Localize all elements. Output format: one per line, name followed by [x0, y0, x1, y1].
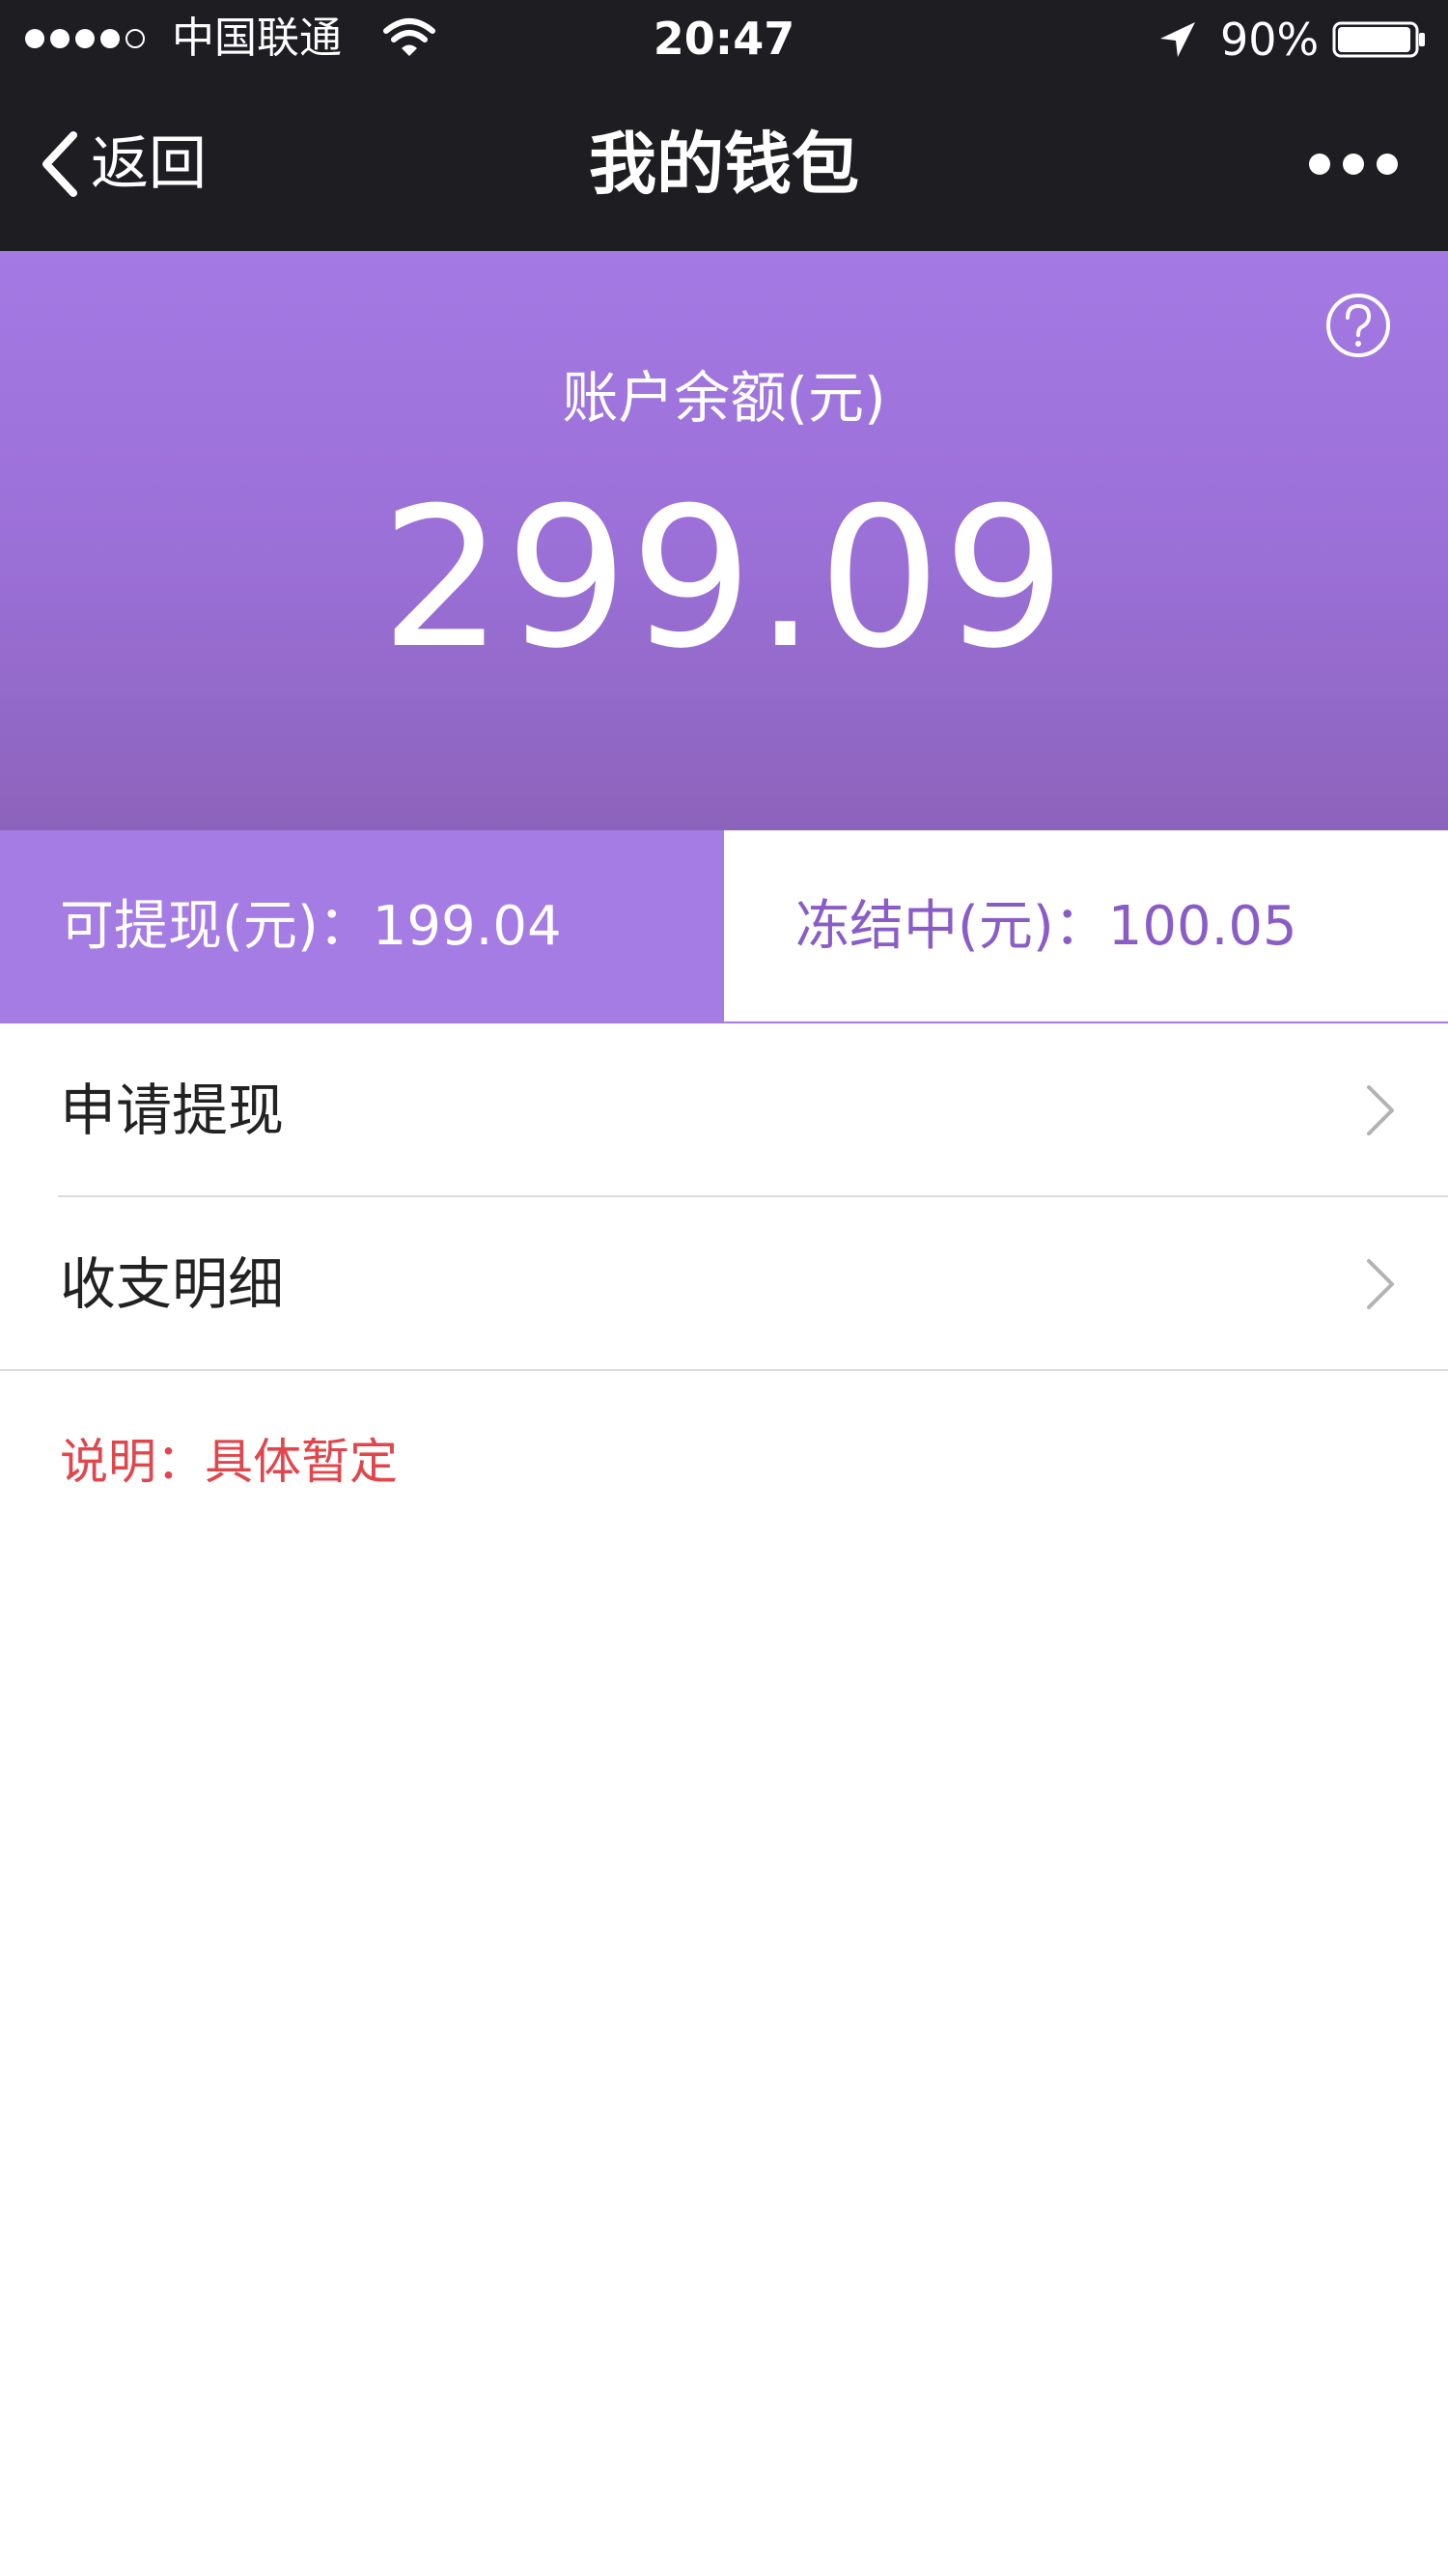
- withdrawable-amount-cell[interactable]: 可提现(元)：199.04: [0, 830, 724, 1023]
- balance-amount: 299.09: [380, 466, 1068, 691]
- menu-item-label: 申请提现: [60, 1078, 285, 1143]
- location-arrow-icon: [1160, 22, 1195, 57]
- battery-icon: [1332, 21, 1425, 58]
- chevron-right-icon: [1367, 1259, 1394, 1309]
- navigation-bar: 返回 我的钱包: [0, 77, 1448, 251]
- battery-percent: 90%: [1220, 14, 1320, 66]
- more-options-button[interactable]: [1309, 143, 1398, 185]
- more-dot-icon: [1343, 154, 1364, 175]
- more-dot-icon: [1377, 154, 1398, 175]
- more-dot-icon: [1309, 154, 1330, 175]
- chevron-right-icon: [1367, 1085, 1394, 1135]
- help-icon[interactable]: [1324, 292, 1392, 359]
- divider: [0, 1369, 1448, 1371]
- balance-label: 账户余额(元): [562, 365, 886, 431]
- page-title: 我的钱包: [589, 125, 859, 204]
- menu-item-apply-withdraw[interactable]: 申请提现: [0, 1023, 1448, 1197]
- frozen-amount: 冻结中(元)：100.05: [795, 895, 1297, 958]
- withdrawable-amount: 可提现(元)：199.04: [60, 895, 562, 958]
- balance-breakdown: 可提现(元)：199.04 冻结中(元)：100.05: [0, 830, 1448, 1023]
- note-text: 说明：具体暂定: [60, 1434, 398, 1490]
- status-bar: 中国联通 20:47 90%: [0, 0, 1448, 77]
- balance-card: 账户余额(元) 299.09: [0, 251, 1448, 830]
- menu-item-label: 收支明细: [60, 1251, 285, 1317]
- frozen-amount-cell[interactable]: 冻结中(元)：100.05: [724, 830, 1448, 1023]
- menu-item-transaction-details[interactable]: 收支明细: [0, 1197, 1448, 1371]
